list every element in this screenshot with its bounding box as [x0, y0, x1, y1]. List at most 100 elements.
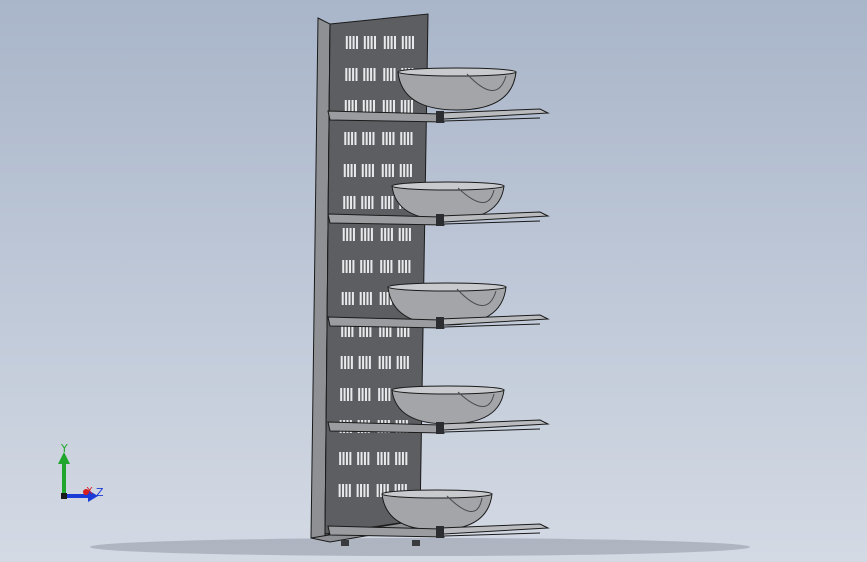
panel-slot	[368, 388, 371, 401]
panel-slot	[346, 388, 349, 401]
panel-slot	[404, 100, 407, 113]
panel-slot	[382, 356, 385, 369]
panel-slot	[383, 260, 386, 273]
panel-slot	[367, 260, 370, 273]
panel-slot	[360, 228, 363, 241]
panel-slot	[363, 292, 366, 305]
panel-slot	[362, 100, 365, 113]
panel-slot	[387, 260, 390, 273]
panel-slot	[352, 68, 355, 81]
panel-slot	[359, 292, 362, 305]
panel-slot	[408, 228, 411, 241]
panel-slot	[385, 356, 388, 369]
bowl-rim	[381, 489, 493, 499]
panel-slot	[362, 356, 365, 369]
panel-slot	[354, 132, 357, 145]
panel-slot	[342, 228, 345, 241]
panel-slot	[360, 452, 363, 465]
panel-slot	[370, 260, 373, 273]
panel-slot	[357, 452, 360, 465]
panel-slot	[355, 68, 358, 81]
panel-slot	[405, 36, 408, 49]
panel-slot	[341, 292, 344, 305]
panel-slot	[387, 452, 390, 465]
panel-slot	[363, 452, 366, 465]
panel-slot	[356, 36, 359, 49]
panel-slot	[342, 484, 345, 497]
panel-slot	[343, 164, 346, 177]
shelf-bracket	[436, 214, 444, 226]
panel-slot	[384, 228, 387, 241]
shelf-bracket	[436, 526, 444, 538]
panel-slot	[395, 452, 398, 465]
panel-slot	[350, 164, 353, 177]
panel-slot	[366, 100, 369, 113]
shelf-arm	[327, 421, 445, 434]
panel-slot	[363, 484, 366, 497]
panel-slot	[392, 132, 395, 145]
panel-slot	[367, 228, 370, 241]
panel-slot	[389, 132, 392, 145]
panel-slot	[388, 388, 391, 401]
panel-slot	[388, 196, 391, 209]
panel-slot	[346, 196, 349, 209]
panel-slot	[368, 164, 371, 177]
panel-slot	[349, 452, 352, 465]
x-axis-label: X	[86, 486, 93, 497]
panel-slot	[343, 388, 346, 401]
panel-slot	[410, 100, 413, 113]
panel-slot	[345, 484, 348, 497]
panel-slot	[406, 356, 409, 369]
panel-slot	[403, 356, 406, 369]
panel-slot	[401, 36, 404, 49]
panel-slot	[390, 36, 393, 49]
shelf-bracket	[436, 317, 444, 329]
panel-slot	[386, 68, 389, 81]
panel-slot	[380, 228, 383, 241]
panel-slot	[370, 68, 373, 81]
panel-slot	[380, 452, 383, 465]
panel-slot	[345, 292, 348, 305]
panel-slot	[390, 228, 393, 241]
panel-slot	[338, 484, 341, 497]
panel-slot	[384, 388, 387, 401]
panel-slot	[383, 292, 386, 305]
triad-origin	[61, 493, 67, 499]
panel-slot	[405, 260, 408, 273]
panel-slot	[344, 132, 347, 145]
panel-slot	[364, 388, 367, 401]
view-triad	[58, 452, 98, 502]
panel-slot	[348, 292, 351, 305]
panel-slot	[400, 100, 403, 113]
panel-slot	[349, 260, 352, 273]
panel-slot	[361, 164, 364, 177]
shelf-bracket	[436, 111, 444, 123]
bowl-rim	[391, 385, 505, 395]
panel-slot	[392, 100, 395, 113]
panel-slot	[367, 36, 370, 49]
panel-slot	[361, 196, 364, 209]
panel-slot	[372, 132, 375, 145]
bowl-rim	[391, 181, 505, 191]
y-axis-label: Y	[61, 442, 68, 455]
z-axis-label: Z	[96, 486, 104, 499]
panel-slot	[345, 452, 348, 465]
panel-slot	[366, 292, 369, 305]
panel-slot	[350, 356, 353, 369]
panel-slot	[340, 388, 343, 401]
panel-slot	[365, 164, 368, 177]
model-rack[interactable]	[0, 0, 867, 562]
foot-left	[341, 540, 349, 546]
graphics-viewport[interactable]: Y X Z	[0, 0, 867, 562]
panel-slot	[352, 36, 355, 49]
panel-slot	[401, 260, 404, 273]
panel-slot	[345, 68, 348, 81]
panel-slot	[370, 36, 373, 49]
panel-slot	[369, 132, 372, 145]
panel-slot	[372, 100, 375, 113]
panel-slot	[354, 100, 357, 113]
panel-slot	[399, 164, 402, 177]
panel-slot	[366, 484, 369, 497]
panel-slot	[386, 100, 389, 113]
panel-slot	[367, 452, 370, 465]
